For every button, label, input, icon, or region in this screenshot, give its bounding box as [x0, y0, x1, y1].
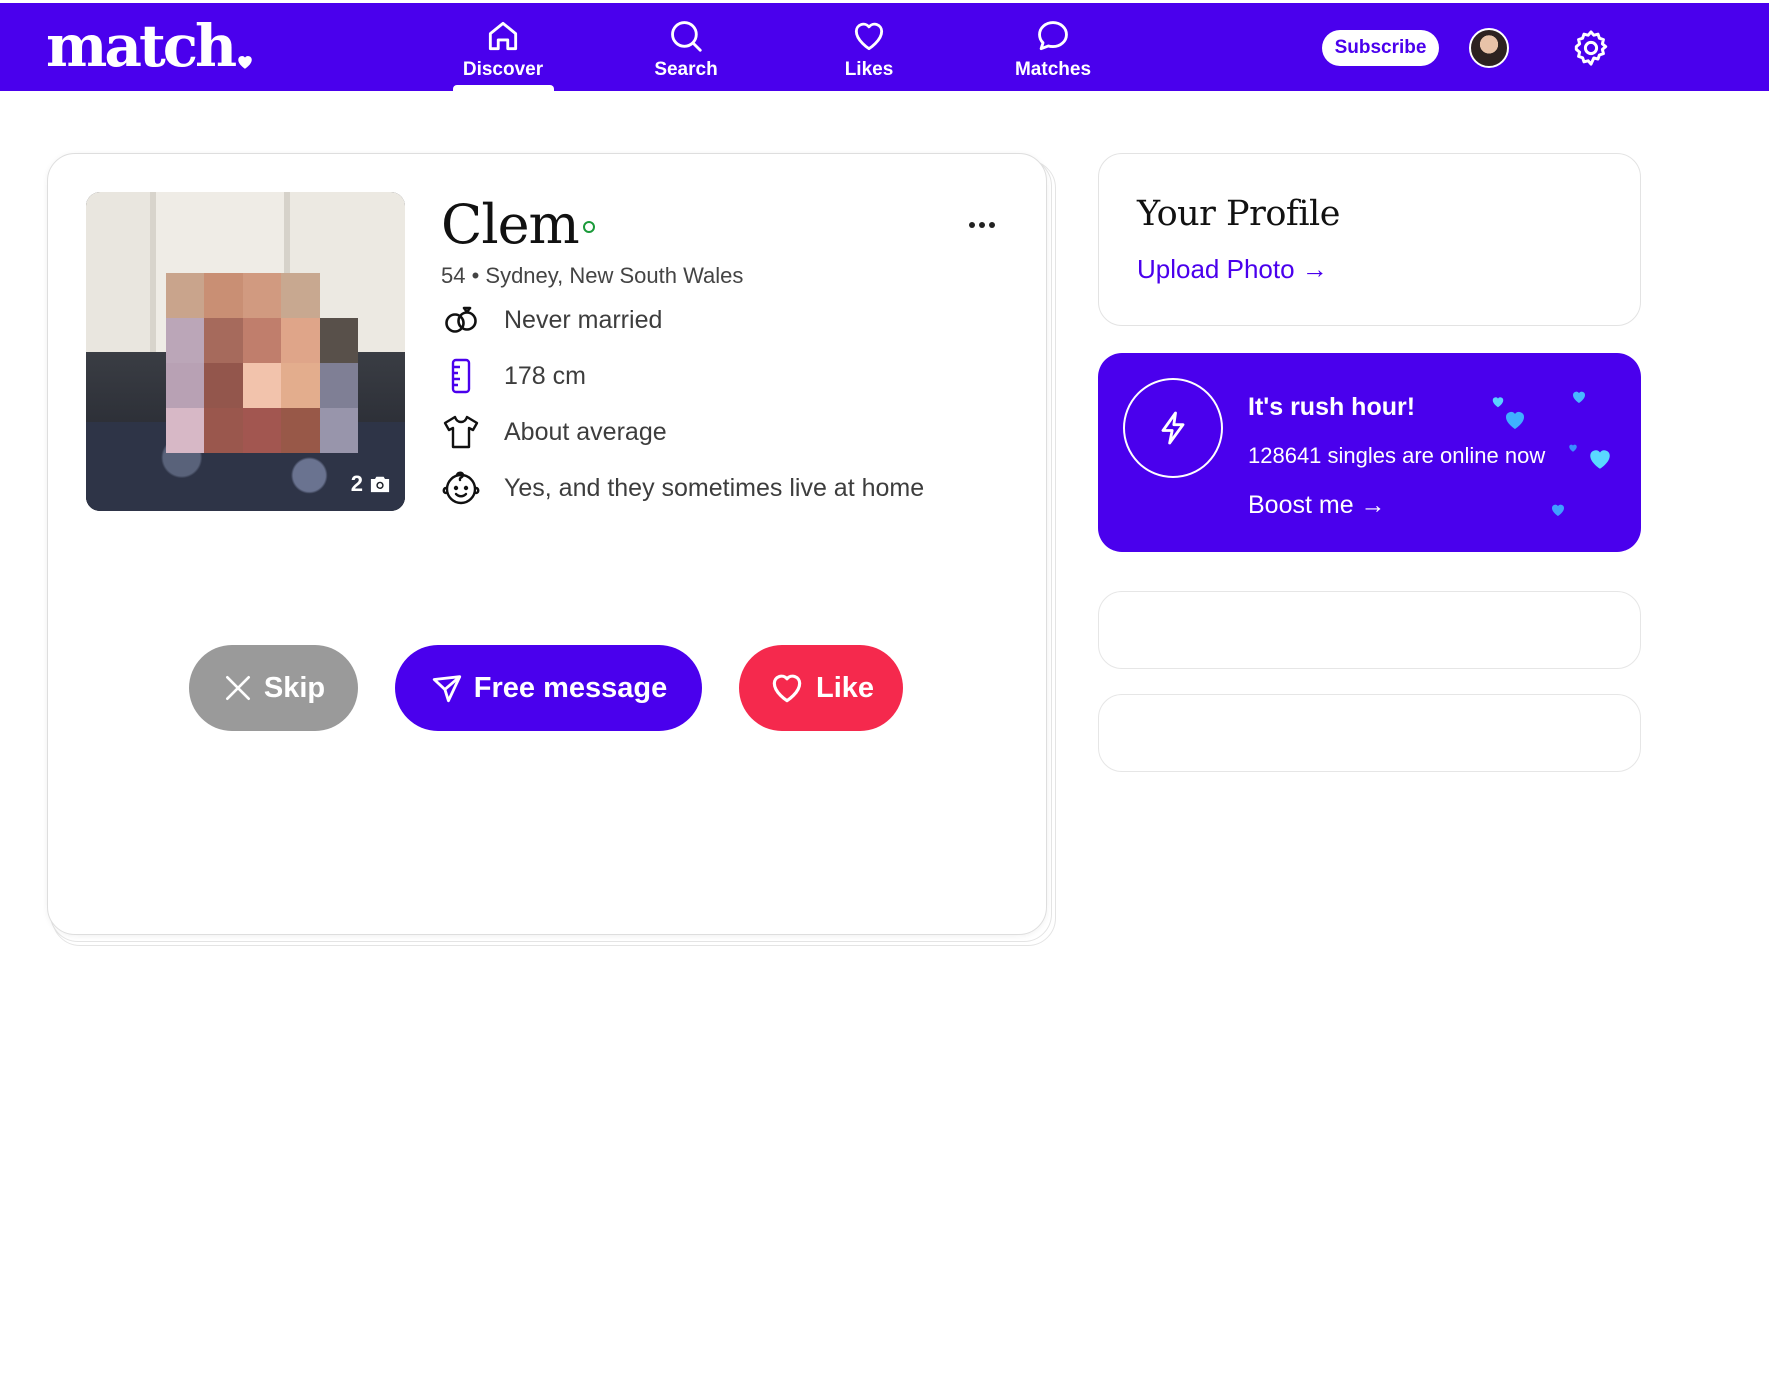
subscribe-button[interactable]: Subscribe [1322, 30, 1439, 66]
attribute-text: Never married [504, 305, 663, 334]
decorative-heart-icon [1573, 391, 1585, 403]
logo-text: match [46, 12, 237, 80]
rush-hour-title: It's rush hour! [1248, 393, 1416, 421]
attribute-height: 178 cm [441, 356, 586, 396]
nav-tab-search[interactable]: Search [626, 17, 746, 81]
skip-button[interactable]: Skip [189, 645, 358, 731]
decorative-heart-icon [1569, 444, 1577, 452]
decorative-heart-icon [1552, 504, 1564, 516]
more-options-button[interactable] [962, 210, 1002, 240]
nav-tab-discover[interactable]: Discover [443, 17, 563, 81]
gear-icon[interactable] [1570, 27, 1612, 69]
home-icon [488, 21, 518, 51]
nav-tab-label: Discover [462, 59, 544, 80]
decorative-heart-icon [1590, 450, 1610, 469]
like-button[interactable]: Like [739, 645, 903, 731]
like-label: Like [815, 671, 875, 704]
shirt-icon [443, 415, 479, 449]
heart-icon [772, 674, 802, 703]
skip-label: Skip [263, 671, 326, 704]
child-face-icon [442, 471, 480, 505]
user-avatar[interactable] [1469, 28, 1509, 68]
match-logo[interactable]: match [46, 17, 254, 75]
nav-tab-label: Matches [1014, 59, 1092, 80]
attribute-relationship: Never married [441, 300, 662, 340]
placeholder-card [1098, 591, 1641, 669]
free-message-button[interactable]: Free message [395, 645, 702, 731]
photo-count-number: 2 [350, 471, 363, 496]
chat-bubble-icon [1038, 21, 1068, 51]
free-message-label: Free message [473, 671, 668, 704]
heart-icon [854, 22, 884, 51]
upload-photo-link[interactable]: Upload Photo → [1137, 254, 1328, 285]
rush-hour-banner[interactable]: It's rush hour! 128641 singles are onlin… [1098, 353, 1641, 552]
nav-tab-likes[interactable]: Likes [809, 17, 929, 81]
send-icon [432, 675, 461, 703]
placeholder-card [1098, 694, 1641, 772]
age-location: 54 • Sydney, New South Wales [441, 263, 744, 288]
your-profile-title: Your Profile [1137, 194, 1340, 234]
close-icon [225, 676, 250, 700]
camera-icon [370, 476, 390, 493]
profile-photo[interactable]: 2 [86, 192, 405, 511]
decorative-heart-icon [1492, 397, 1504, 408]
your-profile-card: Your Profile Upload Photo → [1098, 153, 1641, 326]
attribute-children: Yes, and they sometimes live at home [441, 468, 924, 508]
attribute-text: 178 cm [504, 361, 586, 390]
decorative-heart-icon [1506, 412, 1524, 429]
pixelated-face [166, 273, 358, 453]
boost-ring [1123, 378, 1223, 478]
logo-heart-icon [238, 56, 252, 69]
nav-tab-matches[interactable]: Matches [993, 17, 1113, 81]
boost-me-link[interactable]: Boost me → [1248, 491, 1386, 520]
attribute-text: Yes, and they sometimes live at home [504, 473, 925, 502]
ruler-icon [451, 358, 471, 394]
lightning-icon [1161, 411, 1185, 445]
rush-hour-subtitle: 128641 singles are online now [1248, 443, 1546, 468]
profile-name: Clem [441, 193, 580, 256]
nav-tab-label: Likes [844, 59, 894, 80]
active-tab-indicator [453, 85, 554, 91]
rings-icon [445, 306, 477, 333]
photo-count: 2 [351, 471, 391, 497]
search-icon [671, 21, 702, 52]
attribute-text: About average [504, 417, 667, 446]
top-nav-bar: match Discover Search Likes Matches Subs… [0, 3, 1769, 91]
nav-tab-label: Search [654, 59, 718, 80]
online-status-indicator [583, 221, 595, 233]
attribute-body-type: About average [441, 412, 667, 452]
